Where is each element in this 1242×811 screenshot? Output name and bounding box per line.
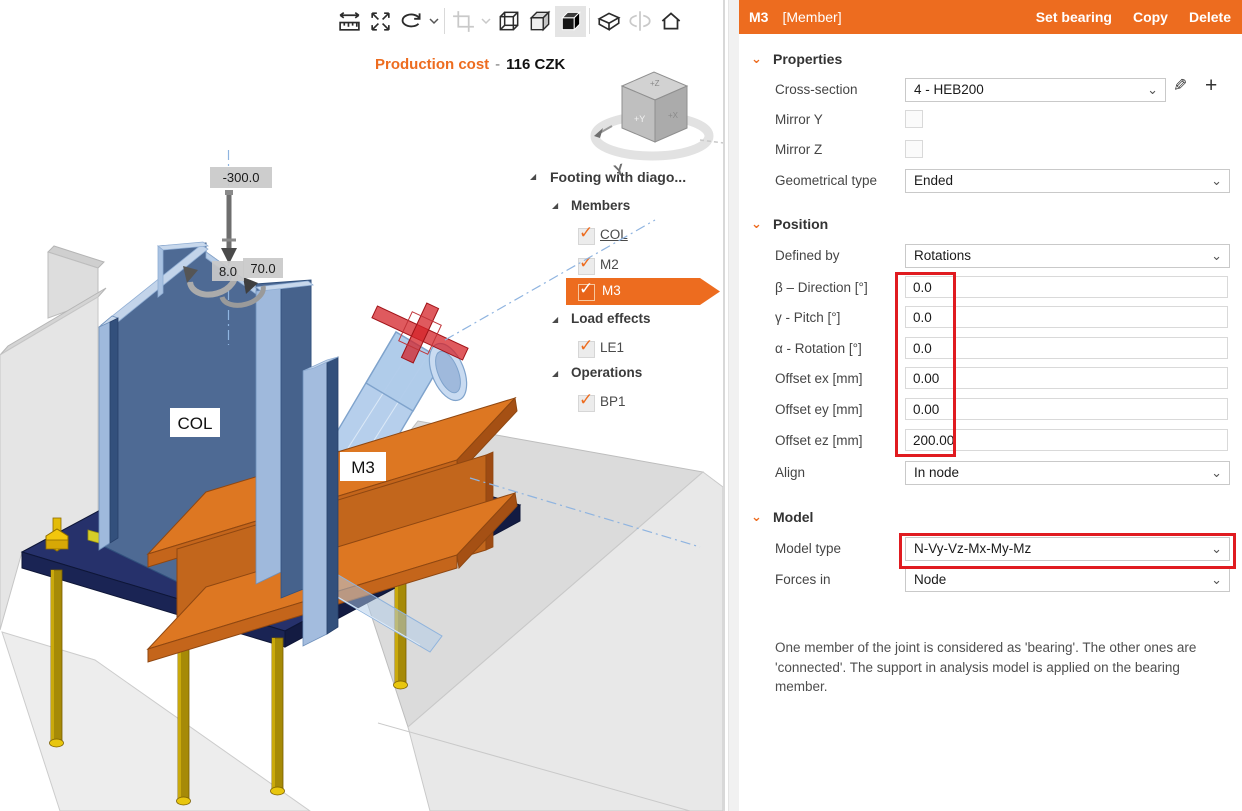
panel-header: M3 [Member] Set bearing Copy Delete xyxy=(739,0,1242,34)
mirror-view-icon[interactable] xyxy=(624,6,655,37)
chevron-down-icon: ⌄ xyxy=(1147,82,1158,97)
bearing-member-note: One member of the joint is considered as… xyxy=(775,640,1197,694)
home-view-icon[interactable] xyxy=(655,6,686,37)
add-cross-section-icon[interactable]: + xyxy=(1205,74,1217,98)
m3-member-label: M3 xyxy=(340,452,386,481)
svg-text:70.0: 70.0 xyxy=(250,261,275,276)
alpha-rotation-label: α - Rotation [°] xyxy=(775,341,862,356)
moment-value-label: 70.0 xyxy=(243,258,283,278)
model-type-label: Model type xyxy=(775,541,842,556)
production-cost-label: Production cost xyxy=(375,56,490,73)
model-type-select[interactable]: N-Vy-Vz-Mx-My-Mz ⌄ xyxy=(905,537,1230,561)
collapse-chevron-icon[interactable]: ⌄ xyxy=(751,216,765,232)
svg-text:+Y: +Y xyxy=(634,114,645,124)
chevron-down-icon: ⌄ xyxy=(1211,541,1222,556)
edit-cross-section-icon[interactable]: ✎ xyxy=(1173,76,1187,96)
measure-icon[interactable] xyxy=(334,6,365,37)
hidden-line-view-icon[interactable] xyxy=(524,6,555,37)
svg-text:M3: M3 xyxy=(351,458,375,477)
geometrical-type-select[interactable]: Ended ⌄ xyxy=(905,169,1230,193)
offset-ez-input[interactable] xyxy=(905,429,1228,451)
delete-button[interactable]: Delete xyxy=(1189,9,1231,25)
col-member-label: COL xyxy=(170,408,220,437)
copy-button[interactable]: Copy xyxy=(1133,9,1168,25)
offset-ex-input[interactable] xyxy=(905,367,1228,389)
svg-text:COL: COL xyxy=(178,414,213,433)
svg-text:+Z: +Z xyxy=(650,79,660,88)
load-force-arrow xyxy=(221,190,237,264)
section-cut-icon[interactable] xyxy=(448,6,479,37)
gamma-pitch-input[interactable] xyxy=(905,306,1228,328)
svg-text:+X: +X xyxy=(668,111,679,120)
panel-title: M3 xyxy=(749,9,769,25)
toolbar-divider xyxy=(444,8,445,34)
offset-ex-label: Offset ex [mm] xyxy=(775,371,863,386)
member-property-panel: M3 [Member] Set bearing Copy Delete ⌄ Pr… xyxy=(739,0,1242,811)
mirror-y-label: Mirror Y xyxy=(775,112,823,127)
viewport-3d[interactable]: -300.0 8.0 70.0 COL M3 +Y +X +Z Y Produc… xyxy=(0,0,723,811)
mirror-z-checkbox[interactable] xyxy=(905,140,923,158)
rotate-view-icon[interactable] xyxy=(396,6,427,37)
svg-text:8.0: 8.0 xyxy=(219,264,237,279)
forces-in-label: Forces in xyxy=(775,572,831,587)
forces-in-select[interactable]: Node ⌄ xyxy=(905,568,1230,592)
chevron-down-icon: ⌄ xyxy=(1211,173,1222,188)
chevron-down-icon: ⌄ xyxy=(1211,572,1222,587)
scene-canvas[interactable]: -300.0 8.0 70.0 COL M3 +Y +X +Z Y xyxy=(0,0,723,811)
mirror-z-label: Mirror Z xyxy=(775,142,823,157)
production-cost-value: 116 CZK xyxy=(506,56,566,73)
beta-direction-input[interactable] xyxy=(905,276,1228,298)
section-position[interactable]: Position xyxy=(773,216,828,232)
svg-text:-300.0: -300.0 xyxy=(223,170,260,185)
collapse-chevron-icon[interactable]: ⌄ xyxy=(751,509,765,525)
offset-ey-label: Offset ey [mm] xyxy=(775,402,863,417)
viewport-panel-divider xyxy=(723,0,725,811)
navigation-cube[interactable]: +Y +X +Z Y xyxy=(590,71,723,180)
section-dropdown-chevron-icon[interactable] xyxy=(479,6,493,37)
cross-section-select[interactable]: 4 - HEB200 ⌄ xyxy=(905,78,1166,102)
offset-ez-label: Offset ez [mm] xyxy=(775,433,863,448)
production-cost: Production cost -116 CZK xyxy=(375,56,566,73)
geometrical-type-label: Geometrical type xyxy=(775,173,878,188)
mirror-y-checkbox[interactable] xyxy=(905,110,923,128)
alpha-rotation-input[interactable] xyxy=(905,337,1228,359)
section-properties[interactable]: Properties xyxy=(773,51,842,67)
align-select[interactable]: In node ⌄ xyxy=(905,461,1230,485)
section-model[interactable]: Model xyxy=(773,509,813,525)
tree-item-m3-selected[interactable]: ✓ M3 xyxy=(566,278,720,305)
set-bearing-button[interactable]: Set bearing xyxy=(1036,9,1112,25)
defined-by-label: Defined by xyxy=(775,248,840,263)
fit-view-icon[interactable] xyxy=(365,6,396,37)
view-toolbar xyxy=(334,4,686,38)
panel-subtitle: [Member] xyxy=(782,9,842,25)
gamma-pitch-label: γ - Pitch [°] xyxy=(775,310,841,325)
cross-section-label: Cross-section xyxy=(775,82,858,97)
rotate-dropdown-chevron-icon[interactable] xyxy=(427,6,441,37)
checkbox-m3[interactable]: ✓ xyxy=(578,279,595,301)
align-label: Align xyxy=(775,465,806,480)
collapse-chevron-icon[interactable]: ⌄ xyxy=(751,51,765,67)
defined-by-select[interactable]: Rotations ⌄ xyxy=(905,244,1230,268)
solid-edges-view-icon[interactable] xyxy=(593,6,624,37)
toolbar-divider xyxy=(589,8,590,34)
chevron-down-icon: ⌄ xyxy=(1211,248,1222,263)
svg-text:Y: Y xyxy=(612,161,626,180)
app-window: { "toolbar": { "icons": [ {"name":"measu… xyxy=(0,0,1242,811)
moment-value-label: 8.0 xyxy=(212,261,244,281)
offset-ey-input[interactable] xyxy=(905,398,1228,420)
wireframe-view-icon[interactable] xyxy=(493,6,524,37)
solid-view-icon[interactable] xyxy=(555,5,586,37)
beta-direction-label: β – Direction [°] xyxy=(775,280,868,295)
chevron-down-icon: ⌄ xyxy=(1211,465,1222,480)
force-value-label: -300.0 xyxy=(210,167,272,188)
